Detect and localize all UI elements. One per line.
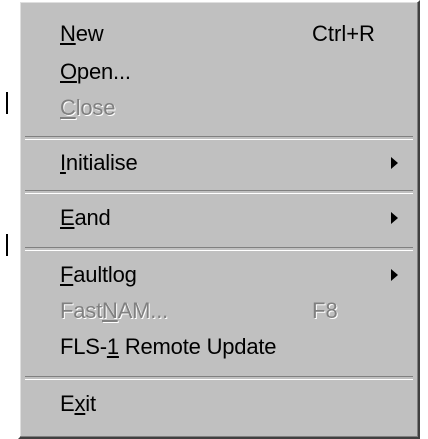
menu-item-initialise[interactable]: Initialise	[22, 145, 416, 181]
mnemonic-1: 1	[106, 334, 119, 359]
menu-item-label: Exit	[60, 391, 96, 416]
menu-separator	[25, 136, 413, 140]
submenu-arrow-icon	[391, 269, 398, 281]
background-tick-mark	[6, 92, 8, 114]
menu-item-label: Initialise	[60, 150, 138, 175]
submenu-arrow-icon	[391, 212, 398, 224]
menu-item-shortcut: Ctrl+R	[312, 21, 375, 46]
menu-item-label: Open...	[60, 59, 131, 84]
menu-item-new[interactable]: New Ctrl+R	[22, 16, 416, 52]
background-tick-mark	[6, 234, 8, 256]
menu-item-label: Faultlog	[60, 262, 137, 287]
mnemonic-n: N	[60, 21, 76, 46]
menu-separator	[25, 190, 413, 194]
menu-item-fastnam: FastNAM... F8	[22, 293, 416, 329]
mnemonic-f: F	[60, 262, 74, 287]
screenshot-stage: New Ctrl+R Open... Close Initialise Eand	[0, 0, 428, 439]
menu-item-label: FLS-1 Remote Update	[60, 334, 277, 359]
mnemonic-x: x	[74, 391, 86, 416]
menu-item-open[interactable]: Open...	[22, 54, 416, 90]
menu-item-label: FastNAM...	[60, 298, 169, 323]
menu-separator	[25, 247, 413, 251]
menu-body: New Ctrl+R Open... Close Initialise Eand	[22, 4, 416, 435]
submenu-arrow-icon	[391, 157, 398, 169]
mnemonic-e: E	[60, 205, 75, 230]
menu-item-label: Close	[60, 95, 116, 120]
mnemonic-o: O	[60, 59, 77, 84]
mnemonic-c: C	[60, 95, 76, 120]
mnemonic-n: N	[102, 298, 118, 323]
menu-item-eand[interactable]: Eand	[22, 200, 416, 236]
background-window-edge	[0, 0, 18, 439]
menu-item-close: Close	[22, 90, 416, 126]
menu-item-fls-remote-update[interactable]: FLS-1 Remote Update	[22, 329, 416, 365]
menu-separator	[25, 376, 413, 380]
menu-item-faultlog[interactable]: Faultlog	[22, 257, 416, 293]
menu-item-label: Eand	[60, 205, 111, 230]
menu-item-label: New	[60, 21, 104, 46]
menu-item-exit[interactable]: Exit	[22, 386, 416, 422]
file-dropdown-menu: New Ctrl+R Open... Close Initialise Eand	[18, 0, 420, 439]
menu-item-shortcut: F8	[312, 298, 338, 323]
